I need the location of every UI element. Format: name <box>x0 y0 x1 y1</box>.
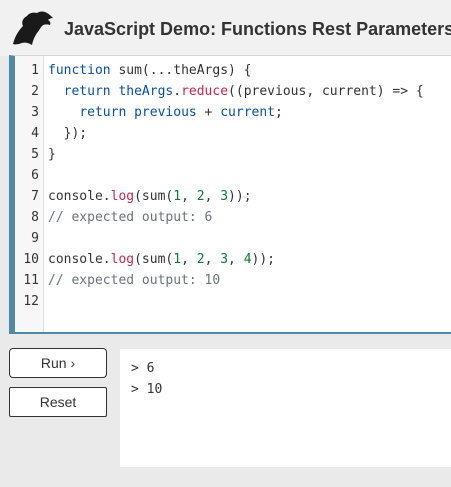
code-token: sum(...theArgs) { <box>110 63 252 78</box>
code-token: return <box>79 105 127 120</box>
console-output-line: > 10 <box>131 382 163 397</box>
code-line[interactable]: }); <box>48 123 88 144</box>
code-line[interactable]: // expected output: 6 <box>48 207 212 228</box>
code-token: log <box>110 189 135 204</box>
code-line[interactable]: console.log(sum(1, 2, 3)); <box>48 186 252 207</box>
code-token: 2 <box>196 189 205 204</box>
code-token: 1 <box>173 189 182 204</box>
code-line[interactable]: } <box>48 144 56 165</box>
code-token: )); <box>251 252 276 267</box>
line-number: 4 <box>31 126 39 141</box>
code-line[interactable]: function sum(...theArgs) { <box>48 60 252 81</box>
code-token: log <box>110 252 135 267</box>
code-token: current <box>220 105 276 120</box>
code-token: function <box>48 63 111 78</box>
code-token: 2 <box>196 252 205 267</box>
code-token: . <box>173 84 182 99</box>
code-token: console. <box>48 189 111 204</box>
line-number: 1 <box>31 63 39 78</box>
code-token: // expected output: 10 <box>48 273 221 288</box>
code-token: theArgs <box>118 84 174 99</box>
code-token: return <box>63 84 111 99</box>
code-token: 1 <box>173 252 182 267</box>
code-line[interactable]: return theArgs.reduce((previous, current… <box>48 81 424 102</box>
line-number: 11 <box>23 273 39 288</box>
code-token: ; <box>275 105 283 120</box>
code-line[interactable]: return previous + current; <box>48 102 283 123</box>
code-token: , <box>228 252 244 267</box>
code-token: , <box>204 189 221 204</box>
code-token: 3 <box>220 189 229 204</box>
header: JavaScript Demo: Functions Rest Paramete… <box>0 0 451 56</box>
line-number: 5 <box>31 147 39 162</box>
code-token: (sum( <box>134 189 174 204</box>
code-token: 4 <box>243 252 252 267</box>
line-number: 9 <box>31 231 39 246</box>
line-number: 8 <box>31 210 39 225</box>
code-token: }); <box>48 126 88 141</box>
line-number-gutter: 1 2 3 4 5 6 7 8 9 10 11 12 <box>15 56 44 332</box>
line-number: 10 <box>23 252 39 267</box>
code-line[interactable]: console.log(sum(1, 2, 3, 4)); <box>48 249 275 270</box>
dinosaur-logo-icon <box>13 11 53 45</box>
console-output: > 6 > 10 <box>120 349 451 467</box>
code-line[interactable]: // expected output: 10 <box>48 270 220 291</box>
code-token: previous <box>134 105 197 120</box>
reset-button[interactable]: Reset <box>9 387 107 417</box>
code-token: , <box>181 189 197 204</box>
code-token: )); <box>228 189 252 204</box>
code-token: + <box>196 105 221 120</box>
line-number: 7 <box>31 189 39 204</box>
code-token: , <box>181 252 197 267</box>
code-token: // expected output: 6 <box>48 210 213 225</box>
code-token: , <box>204 252 221 267</box>
run-button[interactable]: Run › <box>9 348 107 378</box>
code-token: ((previous, current) => { <box>228 84 424 99</box>
page-title: JavaScript Demo: Functions Rest Paramete… <box>64 19 451 39</box>
line-number: 2 <box>31 84 39 99</box>
code-token: (sum( <box>134 252 174 267</box>
code-token: reduce <box>181 84 229 99</box>
code-token: console. <box>48 252 111 267</box>
code-token: } <box>48 147 56 162</box>
code-editor[interactable]: 1 2 3 4 5 6 7 8 9 10 11 12 function sum(...theArgs)… <box>9 55 451 334</box>
console-output-line: > 6 <box>131 361 155 376</box>
code-token: 3 <box>220 252 229 267</box>
line-number: 6 <box>31 168 39 183</box>
line-number: 12 <box>23 294 39 309</box>
line-number: 3 <box>31 105 39 120</box>
